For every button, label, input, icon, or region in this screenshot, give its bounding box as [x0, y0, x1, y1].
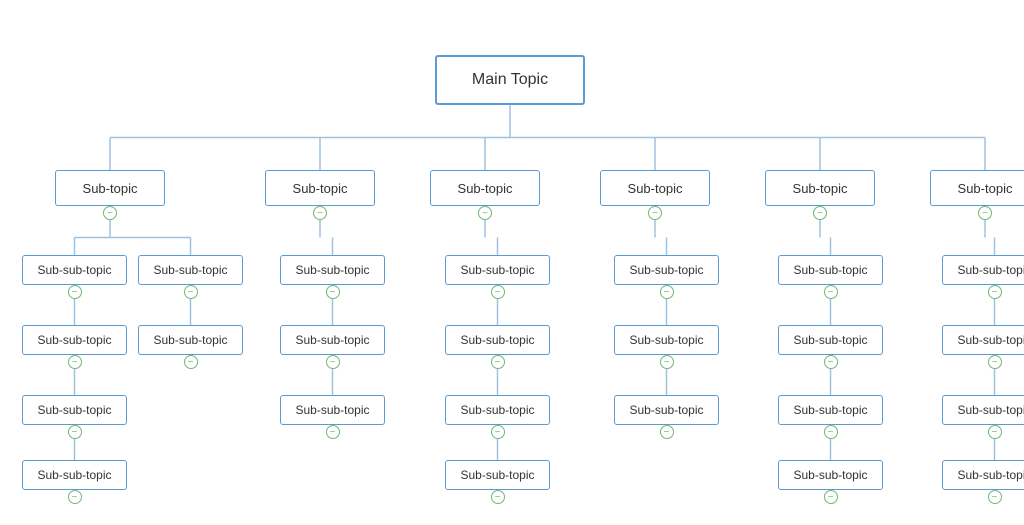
ss2d: Sub-sub-topic: [445, 460, 550, 490]
ss2c: Sub-sub-topic: [445, 395, 550, 425]
ss5d: Sub-sub-topic: [942, 460, 1024, 490]
ss0a: Sub-sub-topic: [22, 255, 127, 285]
collapse-btn-s5[interactable]: −: [978, 206, 992, 220]
ss0d: Sub-sub-topic: [138, 325, 243, 355]
collapse-btn-ss5b[interactable]: −: [988, 355, 1002, 369]
collapse-btn-ss0f[interactable]: −: [68, 490, 82, 504]
s2: Sub-topic: [430, 170, 540, 206]
main-topic: Main Topic: [435, 55, 585, 105]
mind-map-diagram: Main TopicSub-topic−Sub-topic−Sub-topic−…: [0, 0, 1024, 525]
ss4b: Sub-sub-topic: [778, 325, 883, 355]
collapse-btn-ss5c[interactable]: −: [988, 425, 1002, 439]
ss1b: Sub-sub-topic: [280, 325, 385, 355]
ss2a: Sub-sub-topic: [445, 255, 550, 285]
collapse-btn-ss0c[interactable]: −: [68, 355, 82, 369]
collapse-btn-ss3c[interactable]: −: [660, 425, 674, 439]
collapse-btn-ss0e[interactable]: −: [68, 425, 82, 439]
ss5a: Sub-sub-topic: [942, 255, 1024, 285]
ss0c: Sub-sub-topic: [22, 325, 127, 355]
collapse-btn-ss3b[interactable]: −: [660, 355, 674, 369]
collapse-btn-ss4b[interactable]: −: [824, 355, 838, 369]
collapse-btn-ss4a[interactable]: −: [824, 285, 838, 299]
s1: Sub-topic: [265, 170, 375, 206]
collapse-btn-ss1b[interactable]: −: [326, 355, 340, 369]
collapse-btn-s3[interactable]: −: [648, 206, 662, 220]
collapse-btn-ss2b[interactable]: −: [491, 355, 505, 369]
collapse-btn-ss4c[interactable]: −: [824, 425, 838, 439]
ss1c: Sub-sub-topic: [280, 395, 385, 425]
s0: Sub-topic: [55, 170, 165, 206]
ss0e: Sub-sub-topic: [22, 395, 127, 425]
s4: Sub-topic: [765, 170, 875, 206]
ss0b: Sub-sub-topic: [138, 255, 243, 285]
collapse-btn-ss3a[interactable]: −: [660, 285, 674, 299]
ss3a: Sub-sub-topic: [614, 255, 719, 285]
collapse-btn-ss5a[interactable]: −: [988, 285, 1002, 299]
ss4d: Sub-sub-topic: [778, 460, 883, 490]
collapse-btn-s1[interactable]: −: [313, 206, 327, 220]
collapse-btn-s2[interactable]: −: [478, 206, 492, 220]
ss4a: Sub-sub-topic: [778, 255, 883, 285]
collapse-btn-ss0a[interactable]: −: [68, 285, 82, 299]
s3: Sub-topic: [600, 170, 710, 206]
collapse-btn-s0[interactable]: −: [103, 206, 117, 220]
ss3c: Sub-sub-topic: [614, 395, 719, 425]
s5: Sub-topic: [930, 170, 1024, 206]
ss0f: Sub-sub-topic: [22, 460, 127, 490]
ss3b: Sub-sub-topic: [614, 325, 719, 355]
ss4c: Sub-sub-topic: [778, 395, 883, 425]
collapse-btn-ss2c[interactable]: −: [491, 425, 505, 439]
collapse-btn-s4[interactable]: −: [813, 206, 827, 220]
ss1a: Sub-sub-topic: [280, 255, 385, 285]
collapse-btn-ss0b[interactable]: −: [184, 285, 198, 299]
ss5c: Sub-sub-topic: [942, 395, 1024, 425]
ss5b: Sub-sub-topic: [942, 325, 1024, 355]
collapse-btn-ss1a[interactable]: −: [326, 285, 340, 299]
collapse-btn-ss4d[interactable]: −: [824, 490, 838, 504]
ss2b: Sub-sub-topic: [445, 325, 550, 355]
collapse-btn-ss2a[interactable]: −: [491, 285, 505, 299]
collapse-btn-ss1c[interactable]: −: [326, 425, 340, 439]
collapse-btn-ss2d[interactable]: −: [491, 490, 505, 504]
collapse-btn-ss5d[interactable]: −: [988, 490, 1002, 504]
collapse-btn-ss0d[interactable]: −: [184, 355, 198, 369]
